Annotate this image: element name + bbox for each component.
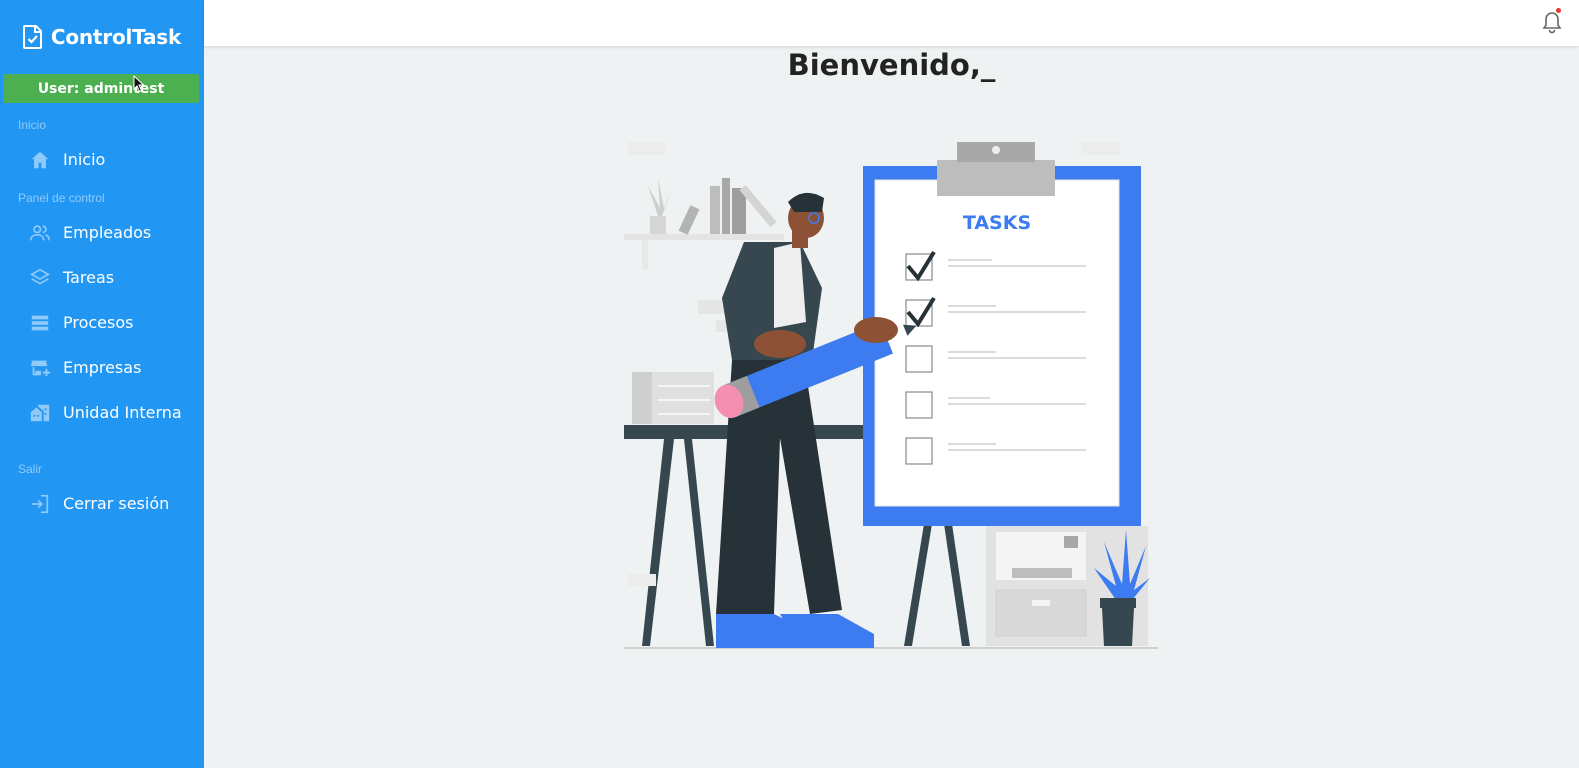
app-title: ControlTask <box>50 25 182 49</box>
notification-dot <box>1556 8 1561 13</box>
sidebar: ControlTask User: admintest Inicio Inici… <box>0 0 204 768</box>
people-icon <box>29 222 51 244</box>
home-icon <box>29 149 51 171</box>
sidebar-item-procesos[interactable]: Procesos <box>0 300 204 345</box>
user-badge: User: admintest <box>3 74 199 103</box>
sidebar-item-label: Procesos <box>63 313 134 332</box>
sidebar-item-inicio[interactable]: Inicio <box>0 137 204 182</box>
list-icon <box>29 312 51 334</box>
section-label-salir: Salir <box>18 462 43 476</box>
sidebar-item-label: Cerrar sesión <box>63 494 170 513</box>
notifications-button[interactable] <box>1541 8 1563 34</box>
bell-icon <box>1542 12 1562 34</box>
layers-icon <box>29 267 51 289</box>
mouse-cursor-icon <box>133 75 145 93</box>
sidebar-item-label: Tareas <box>63 268 115 287</box>
sidebar-item-empresas[interactable]: Empresas <box>0 345 204 390</box>
section-label-inicio: Inicio <box>18 118 47 132</box>
store-add-icon <box>29 357 51 379</box>
welcome-heading: Bienvenido,_ <box>787 48 996 82</box>
buildings-icon <box>29 402 51 424</box>
sidebar-item-tareas[interactable]: Tareas <box>0 255 204 300</box>
sidebar-item-label: Inicio <box>63 150 106 169</box>
sidebar-item-label: Unidad Interna <box>63 403 182 422</box>
logout-icon <box>29 493 51 515</box>
sidebar-item-label: Empresas <box>63 358 142 377</box>
sidebar-item-unidad-interna[interactable]: Unidad Interna <box>0 390 204 435</box>
brand[interactable]: ControlTask <box>0 0 204 74</box>
sidebar-item-label: Empleados <box>63 223 152 242</box>
illustration-tasks-label: TASKS <box>963 212 1031 234</box>
logout-button[interactable]: Cerrar sesión <box>0 481 204 526</box>
section-label-panel-de-control: Panel de control <box>18 191 105 205</box>
task-document-icon <box>22 25 42 49</box>
tasks-illustration: TASKS <box>624 142 1158 649</box>
top-bar <box>204 0 1579 46</box>
sidebar-item-empleados[interactable]: Empleados <box>0 210 204 255</box>
